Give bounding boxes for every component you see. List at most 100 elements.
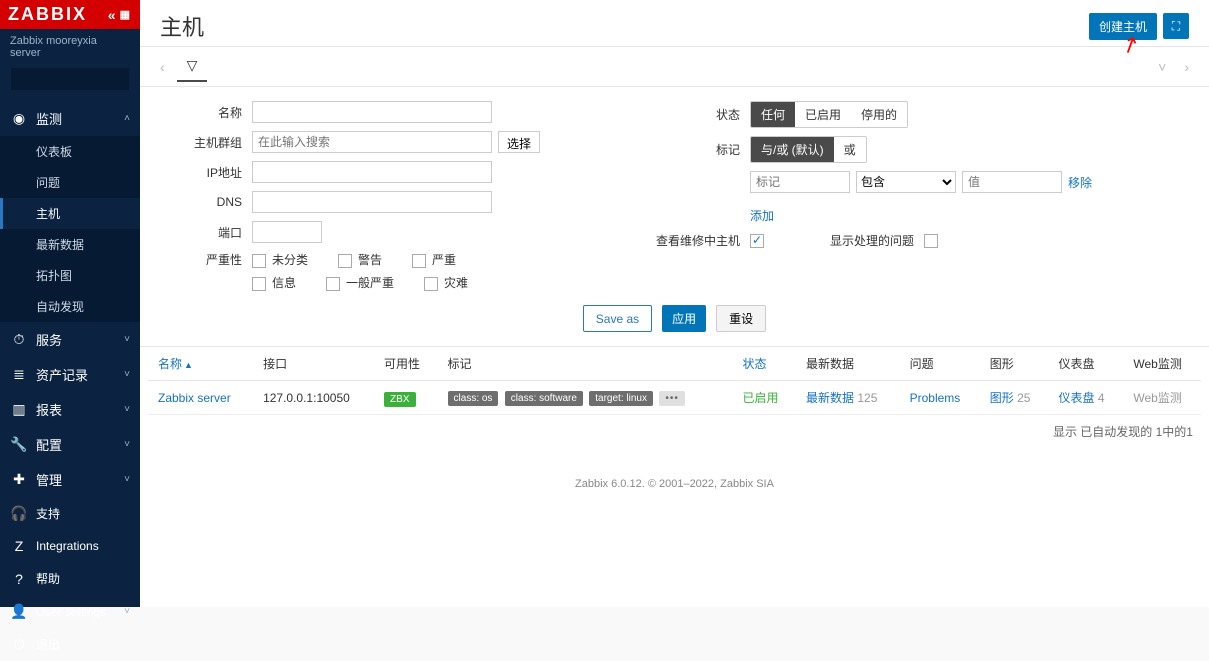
nav-label: 支持 [36, 505, 60, 522]
problems-link[interactable]: Problems [910, 391, 961, 405]
clock-icon: ⏱ [10, 331, 28, 348]
nav-group-services[interactable]: ⏱ 服务 ˅ [0, 322, 140, 357]
save-as-button[interactable]: Save as [583, 305, 652, 332]
hosts-table: 名称▲ 接口 可用性 标记 状态 最新数据 问题 图形 仪表盘 Web监测 Za… [148, 347, 1201, 415]
nav-logout[interactable]: ⏻ 退出 [0, 628, 140, 661]
filter-ip-input[interactable] [252, 161, 492, 183]
filter-label-ip: IP地址 [160, 164, 242, 181]
tag-chip: class: os [448, 391, 499, 406]
chart-icon: ▥ [10, 401, 28, 418]
severity-opt-3[interactable]: 信息 [252, 274, 296, 291]
tags-more-button[interactable]: ••• [659, 391, 685, 406]
maintenance-checkbox[interactable] [750, 234, 764, 248]
nav-group-label: 监测 [36, 109, 62, 128]
fullscreen-button[interactable]: ⛶ [1163, 13, 1189, 39]
sidebar-item-maps[interactable]: 拓扑图 [0, 260, 140, 291]
filter-actions: Save as 应用 重设 [140, 295, 1209, 347]
table-row: Zabbix server 127.0.0.1:10050 ZBX class:… [148, 381, 1201, 415]
search-input[interactable] [17, 73, 159, 85]
nav-group-config[interactable]: 🔧 配置 ˅ [0, 427, 140, 462]
chevrons-left-icon: « [108, 7, 118, 23]
user-icon: 👤 [10, 603, 28, 620]
help-icon: ? [10, 571, 28, 587]
headset-icon: 🎧 [10, 505, 28, 522]
nav-support[interactable]: 🎧 支持 [0, 497, 140, 530]
sidebar-item-hosts[interactable]: 主机 [0, 198, 140, 229]
tag-remove-link[interactable]: 移除 [1068, 174, 1092, 191]
chevron-down-icon: ˅ [124, 404, 130, 415]
create-host-button[interactable]: 创建主机 [1089, 13, 1157, 40]
nav-group-label: 报表 [36, 400, 62, 419]
status-opt-any[interactable]: 任何 [751, 102, 795, 127]
latest-data-link[interactable]: 最新数据 [806, 391, 854, 405]
filter-label-maintenance: 查看维修中主机 [630, 232, 740, 249]
sidebar-item-latest[interactable]: 最新数据 [0, 229, 140, 260]
tag-op-select[interactable]: 包含 [856, 171, 956, 193]
tag-eval-andor[interactable]: 与/或 (默认) [751, 137, 834, 162]
apply-button[interactable]: 应用 [662, 305, 706, 332]
funnel-icon: ▽ [187, 57, 198, 73]
sidebar-search[interactable]: 🔍 [10, 67, 130, 91]
status-opt-disabled[interactable]: 停用的 [851, 102, 907, 127]
wrench-icon: 🔧 [10, 436, 28, 453]
filter-port-input[interactable] [252, 221, 322, 243]
nav-group-label: 服务 [36, 330, 62, 349]
filter-name-input[interactable] [252, 101, 492, 123]
power-icon: ⏻ [10, 636, 28, 653]
severity-opt-2[interactable]: 严重 [412, 251, 456, 268]
sidebar-collapse-button[interactable]: « ▦ [108, 7, 132, 23]
tag-eval-or[interactable]: 或 [834, 137, 866, 162]
filter-next-button[interactable]: › [1178, 57, 1195, 77]
chevron-down-icon: ˅ [124, 606, 130, 617]
sidebar: ZABBIX « ▦ Zabbix mooreyxia server 🔍 ◉ 监… [0, 0, 140, 607]
status-opt-enabled[interactable]: 已启用 [795, 102, 851, 127]
graphs-link[interactable]: 图形 [990, 391, 1014, 405]
tag-add-link[interactable]: 添加 [750, 209, 774, 223]
fullscreen-icon: ⛶ [1172, 19, 1180, 34]
nav-group-admin[interactable]: ✚ 管理 ˅ [0, 462, 140, 497]
sidebar-item-discovery[interactable]: 自动发现 [0, 291, 140, 322]
nav-integrations[interactable]: Z Integrations [0, 530, 140, 562]
chevron-down-icon: ˅ [124, 474, 130, 485]
th-dashboards: 仪表盘 [1049, 347, 1124, 381]
severity-opt-4[interactable]: 一般严重 [326, 274, 394, 291]
nav-label: 退出 [36, 636, 60, 653]
eye-icon: ◉ [10, 110, 28, 127]
logo-row: ZABBIX « ▦ [0, 0, 140, 29]
nav-user-settings[interactable]: 👤 User settings ˅ [0, 595, 140, 628]
z-icon: Z [10, 538, 28, 554]
th-status[interactable]: 状态 [733, 347, 796, 381]
filter-hostgroup-select-button[interactable]: 选择 [498, 131, 540, 153]
th-name[interactable]: 名称▲ [148, 347, 253, 381]
filter-collapse-button[interactable]: ˅ [1152, 57, 1172, 77]
list-icon: ≣ [10, 366, 28, 383]
tag-key-input[interactable] [750, 171, 850, 193]
th-problems: 问题 [900, 347, 980, 381]
web-monitoring: Web监测 [1133, 391, 1181, 405]
nav-label: Integrations [36, 539, 99, 553]
latest-data-count: 125 [857, 391, 877, 405]
severity-opt-1[interactable]: 警告 [338, 251, 382, 268]
sidebar-item-problems[interactable]: 问题 [0, 167, 140, 198]
nav-group-reports[interactable]: ▥ 报表 ˅ [0, 392, 140, 427]
filter-prev-button[interactable]: ‹ [154, 57, 171, 77]
filter-tab[interactable]: ▽ [177, 51, 208, 82]
dashboards-link[interactable]: 仪表盘 [1059, 391, 1095, 405]
nav-help[interactable]: ? 帮助 [0, 562, 140, 595]
suppressed-checkbox[interactable] [924, 234, 938, 248]
filter-dns-input[interactable] [252, 191, 492, 213]
sidebar-item-dashboard[interactable]: 仪表板 [0, 136, 140, 167]
reset-button[interactable]: 重设 [716, 305, 766, 332]
filter-hostgroup-input[interactable] [252, 131, 492, 153]
host-status[interactable]: 已启用 [743, 391, 779, 405]
severity-opt-5[interactable]: 灾难 [424, 274, 468, 291]
plus-square-icon: ✚ [10, 471, 28, 488]
host-name-link[interactable]: Zabbix server [158, 391, 231, 405]
nav-group-monitor[interactable]: ◉ 监测 ˄ [0, 101, 140, 136]
tag-value-input[interactable] [962, 171, 1062, 193]
table-footer-summary: 显示 已自动发现的 1中的1 [140, 415, 1209, 448]
nav-group-inventory[interactable]: ≣ 资产记录 ˅ [0, 357, 140, 392]
severity-opt-0[interactable]: 未分类 [252, 251, 308, 268]
filter-label-tags: 标记 [630, 141, 740, 158]
chevron-up-icon: ˄ [124, 113, 130, 124]
